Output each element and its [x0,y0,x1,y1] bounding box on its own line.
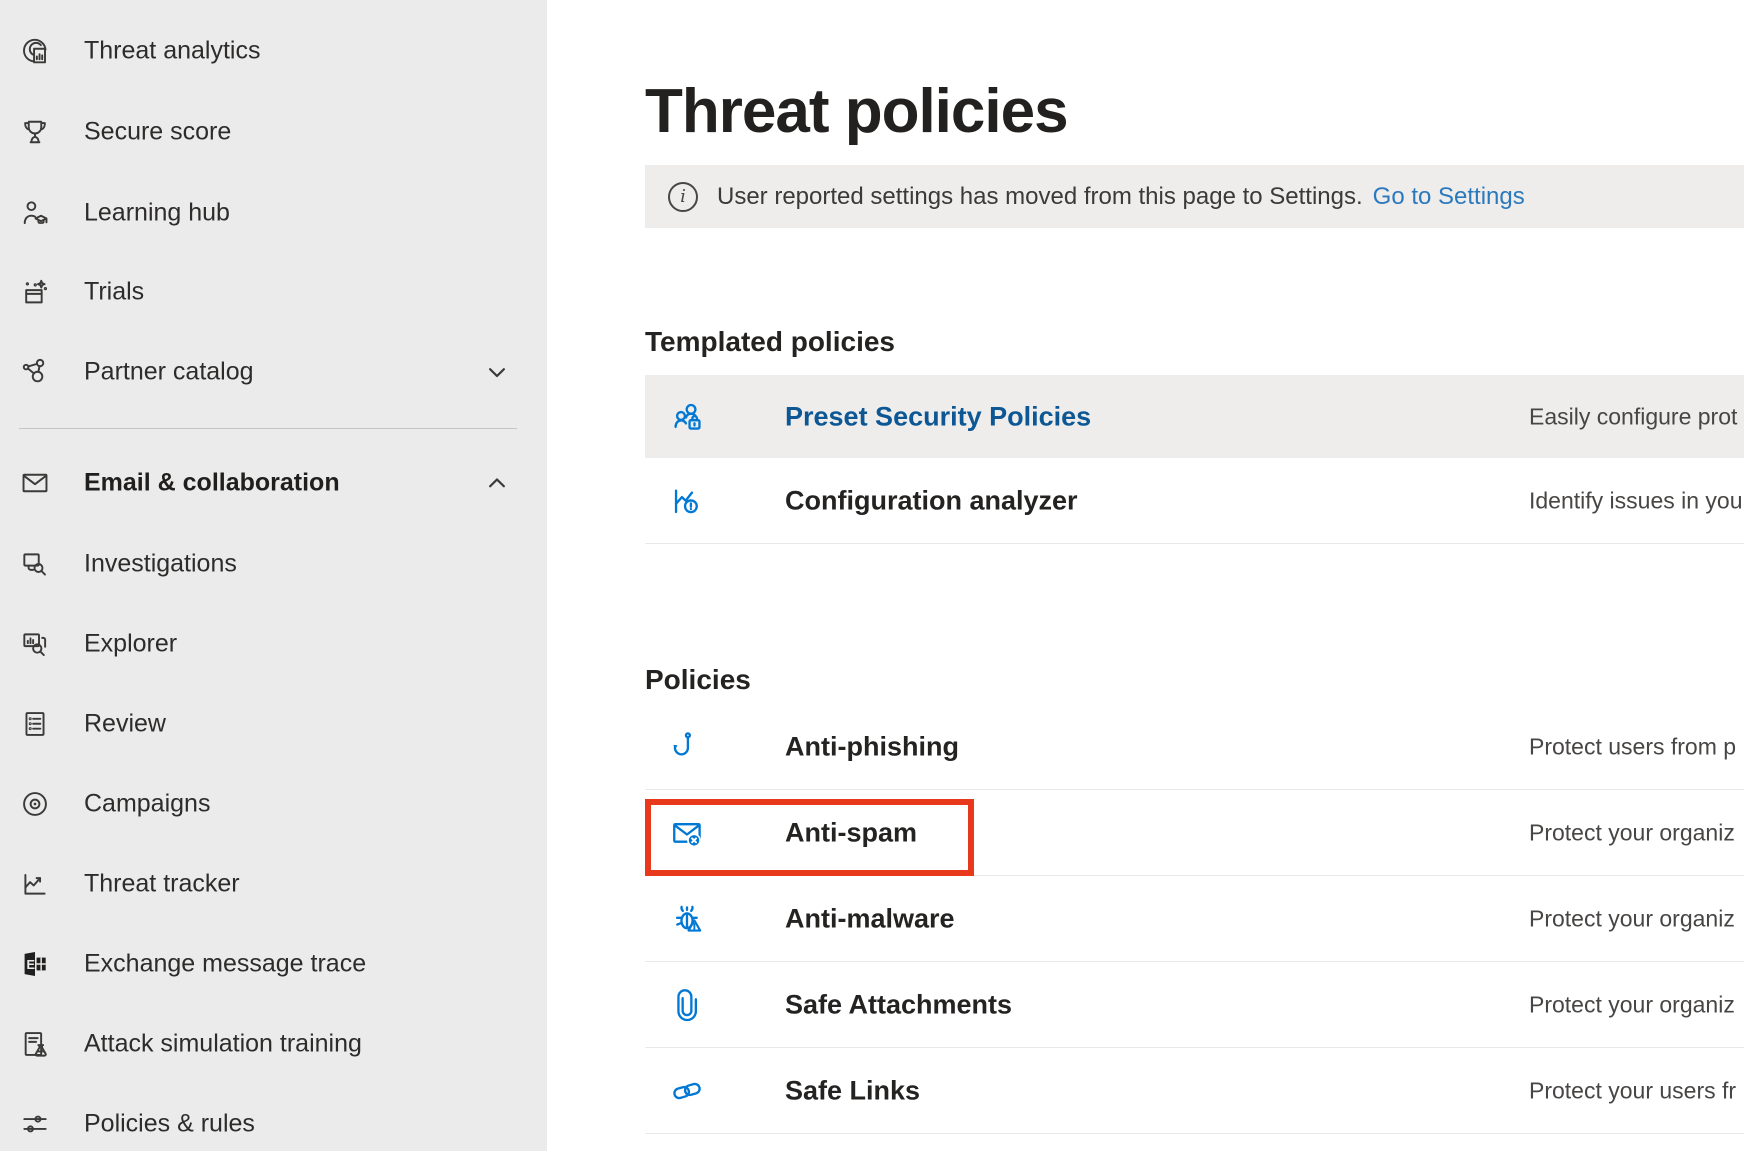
fish-hook-icon [669,729,705,765]
sidebar-item-review[interactable]: Review [0,684,547,764]
paperclip-icon [669,987,705,1023]
row-label: Safe Links [785,1075,920,1106]
row-label: Anti-phishing [785,731,959,762]
row-anti-malware[interactable]: Anti-malware Protect your organiz [645,876,1744,962]
bullseye-icon [19,788,51,820]
sidebar-item-learning-hub[interactable]: Learning hub [0,173,547,253]
sidebar-item-label: Learning hub [84,199,230,228]
sidebar-item-label: Threat analytics [84,37,260,66]
bug-warning-icon [669,901,705,937]
sidebar-item-threat-tracker[interactable]: Threat tracker [0,844,547,924]
row-label: Preset Security Policies [785,401,1091,432]
go-to-settings-link[interactable]: Go to Settings [1373,183,1525,211]
sidebar-item-explorer[interactable]: Explorer [0,604,547,684]
graduate-person-icon [19,197,51,229]
sidebar-item-trials[interactable]: Trials [0,252,547,332]
sidebar-item-threat-analytics[interactable]: Threat analytics [0,11,547,91]
row-safe-links[interactable]: Safe Links Protect your users fr [645,1048,1744,1134]
row-preset-security-policies[interactable]: Preset Security Policies Easily configur… [645,375,1744,458]
row-label: Anti-spam [785,817,917,848]
row-description: Protect your organiz [1529,905,1735,932]
chevron-down-icon [482,357,512,387]
sidebar-item-label: Explorer [84,630,177,659]
sliders-icon [19,1108,51,1140]
sidebar-item-label: Partner catalog [84,358,254,387]
envelope-icon [19,467,51,499]
trend-chart-icon [19,868,51,900]
row-description: Protect your users fr [1529,1077,1736,1104]
threat-analytics-icon [19,35,51,67]
row-anti-spam[interactable]: Anti-spam Protect your organiz [645,790,1744,876]
sidebar-item-label: Campaigns [84,790,210,819]
sidebar-item-label: Secure score [84,118,231,147]
row-safe-attachments[interactable]: Safe Attachments Protect your organiz [645,962,1744,1048]
sidebar-item-label: Trials [84,278,144,307]
row-description: Protect your organiz [1529,819,1735,846]
sidebar-item-label: Exchange message trace [84,950,366,979]
sidebar-item-exchange-message-trace[interactable]: E Exchange message trace [0,924,547,1004]
info-banner: i User reported settings has moved from … [645,165,1744,228]
banner-text: User reported settings has moved from th… [717,183,1363,211]
sidebar-item-attack-simulation-training[interactable]: Attack simulation training [0,1004,547,1084]
clipboard-list-icon [19,708,51,740]
templated-policies-list: Preset Security Policies Easily configur… [645,375,1744,544]
row-configuration-analyzer[interactable]: Configuration analyzer Identify issues i… [645,458,1744,544]
sidebar-item-secure-score[interactable]: Secure score [0,92,547,172]
frames-magnifier-icon [19,548,51,580]
sidebar-item-label: Threat tracker [84,870,240,899]
page-title: Threat policies [645,76,1068,147]
chain-links-icon [669,1073,705,1109]
sidebar-item-investigations[interactable]: Investigations [0,524,547,604]
pages-magnifier-icon [19,628,51,660]
sidebar-divider [19,428,517,429]
main-content: Threat policies i User reported settings… [547,0,1744,1151]
row-description: Protect users from p [1529,733,1736,760]
document-flask-icon [19,1028,51,1060]
chart-alert-icon [669,483,705,519]
info-icon: i [668,182,698,212]
sidebar-item-label: Attack simulation training [84,1030,362,1059]
chevron-up-icon [482,468,512,498]
templated-policies-heading: Templated policies [645,326,895,358]
row-description: Identify issues in you [1529,487,1743,514]
policies-heading: Policies [645,664,751,696]
sidebar: Threat analytics Secure score Learning h… [0,0,547,1151]
sidebar-item-policies-rules[interactable]: Policies & rules [0,1084,547,1164]
sidebar-item-label: Email & collaboration [84,469,340,498]
policies-list: Anti-phishing Protect users from p Anti-… [645,704,1744,1134]
connected-nodes-icon [19,356,51,388]
sidebar-item-label: Policies & rules [84,1110,255,1139]
sidebar-item-email-collaboration[interactable]: Email & collaboration [0,443,547,523]
row-anti-phishing[interactable]: Anti-phishing Protect users from p [645,704,1744,790]
blocked-envelope-icon [669,815,705,851]
row-description: Easily configure prot [1529,403,1737,430]
exchange-logo-icon: E [19,948,51,980]
sidebar-item-partner-catalog[interactable]: Partner catalog [0,332,547,412]
row-label: Anti-malware [785,903,955,934]
sidebar-item-campaigns[interactable]: Campaigns [0,764,547,844]
row-label: Configuration analyzer [785,485,1078,516]
trophy-icon [19,116,51,148]
sidebar-item-label: Review [84,710,166,739]
row-label: Safe Attachments [785,989,1012,1020]
sidebar-item-label: Investigations [84,550,237,579]
svg-text:E: E [26,958,34,972]
row-description: Protect your organiz [1529,991,1735,1018]
sparkle-box-icon [19,276,51,308]
people-lock-icon [669,399,705,435]
